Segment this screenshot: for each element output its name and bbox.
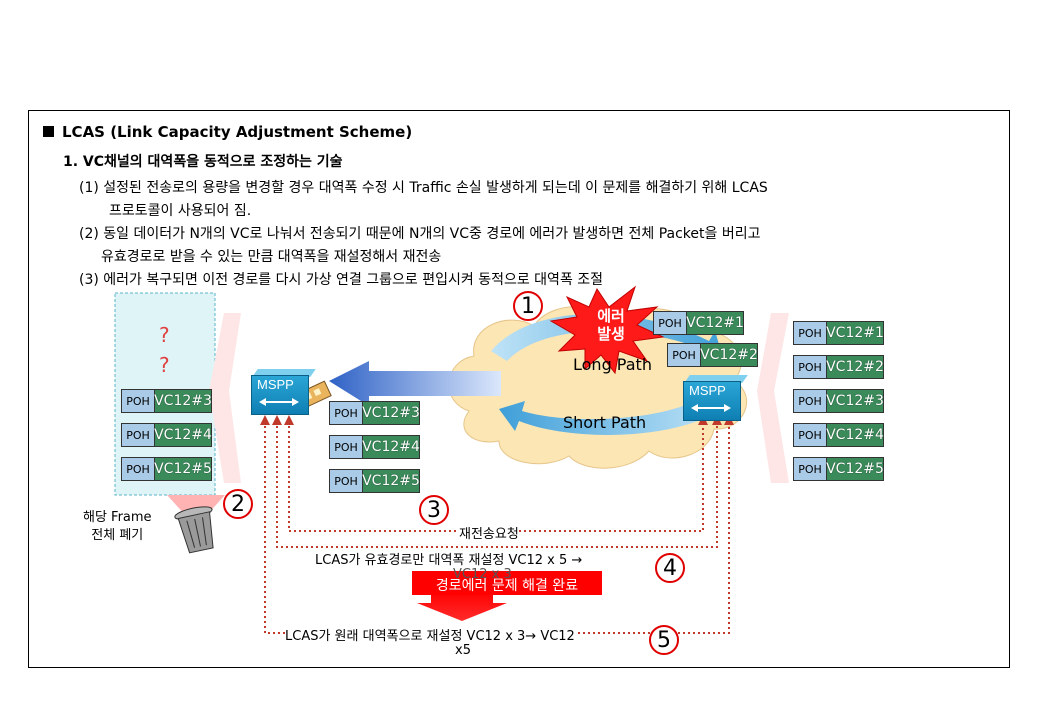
missing-vc-question-2: ? xyxy=(159,353,170,377)
right-vc-row: POH VC12#5 xyxy=(793,457,884,481)
step-number-5: 5 xyxy=(649,625,679,655)
mspp-left: MSPP xyxy=(251,369,316,415)
step-number-2: 2 xyxy=(223,489,253,519)
middle-vc-row: POH VC12#5 xyxy=(329,469,420,493)
error-label: 에러 발생 xyxy=(597,307,625,343)
arrowhead-4 xyxy=(272,415,282,425)
right-vc-row: POH VC12#4 xyxy=(793,423,884,447)
right-chevron-shape xyxy=(757,313,789,483)
arrowhead-3 xyxy=(284,415,294,425)
right-vc-row: POH VC12#3 xyxy=(793,389,884,413)
short-path-label: Short Path xyxy=(563,413,647,432)
long-path-label: Long Path xyxy=(573,355,652,374)
long-path-vc-row: POH VC12#2 xyxy=(667,343,758,367)
retransmit-request-label: 재전송요청 xyxy=(459,523,519,542)
step-number-3: 3 xyxy=(419,495,449,525)
mspp-right: MSPP xyxy=(683,375,748,421)
arrowhead-5 xyxy=(260,415,270,425)
slide-frame: LCAS (Link Capacity Adjustment Scheme) 1… xyxy=(28,110,1010,668)
resolved-label: 경로에러 문제 해결 완료 xyxy=(435,578,579,594)
missing-vc-question-1: ? xyxy=(159,323,170,347)
step-number-4: 4 xyxy=(655,553,685,583)
right-vc-row: POH VC12#1 xyxy=(793,321,884,345)
resolved-down-arrow xyxy=(417,591,507,621)
long-path-vc-row: POH VC12#1 xyxy=(653,311,744,335)
right-vc-row: POH VC12#2 xyxy=(793,355,884,379)
step5-label-line2: x5 xyxy=(455,643,471,658)
middle-vc-row: POH VC12#3 xyxy=(329,401,420,425)
step5-label-line1: LCAS가 원래 대역폭으로 재설정 VC12 x 3→ VC12 xyxy=(285,625,575,644)
step4-label-line1: LCAS가 유효경로만 대역폭 재설정 VC12 x 5 → xyxy=(315,549,583,568)
trash-can-icon xyxy=(174,506,214,554)
discard-label: 해당 Frame 전체 폐기 xyxy=(83,510,152,543)
step-number-1: 1 xyxy=(513,291,543,321)
left-vc-row: POH VC12#4 xyxy=(121,423,212,447)
left-vc-row: POH VC12#3 xyxy=(121,389,212,413)
bidirectional-arrow-icon xyxy=(259,398,299,406)
bidirectional-arrow-icon xyxy=(691,404,731,412)
left-vc-row: POH VC12#5 xyxy=(121,457,212,481)
middle-vc-row: POH VC12#4 xyxy=(329,435,420,459)
